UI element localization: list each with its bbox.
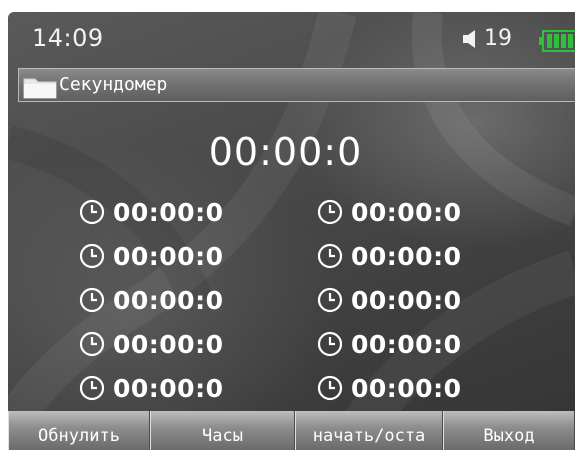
lap-time: 00:00:0 bbox=[113, 241, 224, 271]
app-title: Секундомер bbox=[59, 74, 168, 95]
lap-item: 00:00:0 bbox=[79, 194, 223, 230]
clock-icon bbox=[79, 243, 105, 269]
lap-item: 00:00:0 bbox=[317, 238, 461, 274]
speaker-icon bbox=[463, 29, 475, 48]
folder-icon bbox=[23, 78, 57, 99]
lap-time: 00:00:0 bbox=[351, 373, 462, 403]
lap-time: 00:00:0 bbox=[351, 197, 462, 227]
battery-icon bbox=[539, 30, 575, 52]
clock-icon bbox=[317, 331, 343, 357]
softkey-bar: Обнулить Часы начать/оста Выход bbox=[8, 411, 575, 450]
lap-item: 00:00:0 bbox=[79, 326, 223, 362]
lap-item: 00:00:0 bbox=[79, 370, 223, 406]
stopwatch-main-time: 00:00:0 bbox=[8, 130, 575, 174]
status-bar: 14:09 19 bbox=[8, 12, 575, 64]
volume-indicator: 19 bbox=[462, 26, 512, 51]
clock-icon bbox=[79, 331, 105, 357]
lap-time: 00:00:0 bbox=[113, 285, 224, 315]
clock-icon bbox=[79, 375, 105, 401]
clock-icon bbox=[317, 199, 343, 225]
lap-time: 00:00:0 bbox=[113, 197, 224, 227]
clock-icon bbox=[317, 375, 343, 401]
app-title-bar: Секундомер bbox=[18, 68, 575, 102]
lap-item: 00:00:0 bbox=[79, 238, 223, 274]
lap-item: 00:00:0 bbox=[317, 194, 461, 230]
exit-button[interactable]: Выход bbox=[443, 411, 575, 450]
reset-button[interactable]: Обнулить bbox=[8, 411, 150, 450]
clock-icon bbox=[317, 243, 343, 269]
volume-level: 19 bbox=[484, 26, 512, 51]
clock-icon bbox=[317, 287, 343, 313]
clock-icon bbox=[79, 199, 105, 225]
main-time-value: 00:00:0 bbox=[208, 130, 363, 174]
lap-time: 00:00:0 bbox=[351, 329, 462, 359]
lap-time: 00:00:0 bbox=[113, 373, 224, 403]
lap-item: 00:00:0 bbox=[317, 282, 461, 318]
lap-time: 00:00:0 bbox=[351, 285, 462, 315]
lap-time: 00:00:0 bbox=[113, 329, 224, 359]
clock-icon bbox=[79, 287, 105, 313]
clock-button[interactable]: Часы bbox=[150, 411, 295, 450]
phone-screen: 14:09 19 Секундомер 00:00:0 00:00:0 00:0… bbox=[8, 12, 575, 450]
lap-item: 00:00:0 bbox=[317, 326, 461, 362]
lap-item: 00:00:0 bbox=[79, 282, 223, 318]
lap-time: 00:00:0 bbox=[351, 241, 462, 271]
status-time: 14:09 bbox=[32, 24, 104, 52]
start-stop-button[interactable]: начать/оста bbox=[295, 411, 443, 450]
lap-item: 00:00:0 bbox=[317, 370, 461, 406]
lap-list: 00:00:0 00:00:0 00:00:0 00:00:0 00:00:0 … bbox=[79, 194, 499, 404]
battery-indicator bbox=[539, 30, 575, 52]
device-frame: 14:09 19 Секундомер 00:00:0 00:00:0 00:0… bbox=[0, 0, 575, 450]
